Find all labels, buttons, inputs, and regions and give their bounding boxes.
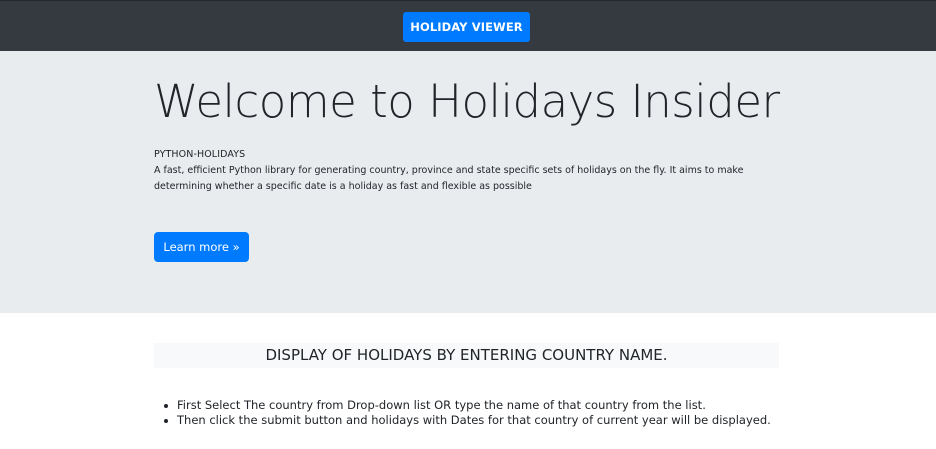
page-title: Welcome to Holidays Insider [154,75,780,128]
instruction-text: Then click the submit button and holiday… [177,413,771,427]
library-description: A fast, efficient Python library for gen… [154,165,744,192]
instruction-text: First Select The country from Drop-down … [177,398,706,412]
library-name: PYTHON-HOLIDAYS [154,149,246,160]
list-item: Then click the submit button and holiday… [154,413,771,428]
top-navbar: HOLIDAY VIEWER [0,0,936,51]
bullet-icon [164,403,168,408]
holiday-viewer-nav-button[interactable]: HOLIDAY VIEWER [403,12,530,42]
hero-jumbotron: Welcome to Holidays Insider PYTHON-HOLID… [0,51,936,313]
learn-more-button[interactable]: Learn more » [154,232,249,262]
instructions-list: First Select The country from Drop-down … [154,398,771,428]
section-heading: DISPLAY OF HOLIDAYS BY ENTERING COUNTRY … [154,343,779,368]
bullet-icon [164,418,168,423]
list-item: First Select The country from Drop-down … [154,398,771,413]
